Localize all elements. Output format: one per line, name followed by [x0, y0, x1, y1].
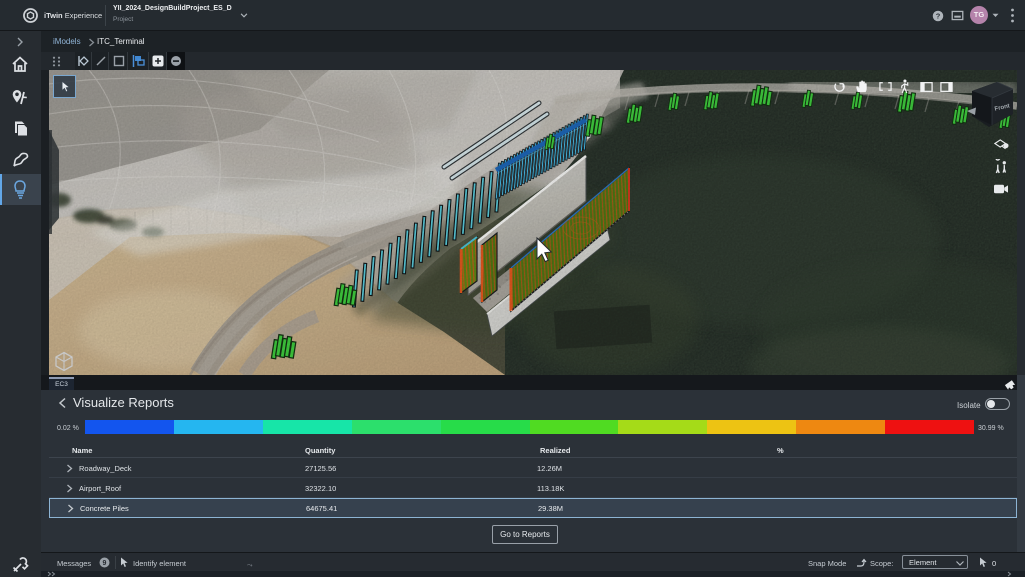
svg-text:9: 9 [103, 560, 107, 567]
svg-text:?: ? [936, 12, 941, 21]
